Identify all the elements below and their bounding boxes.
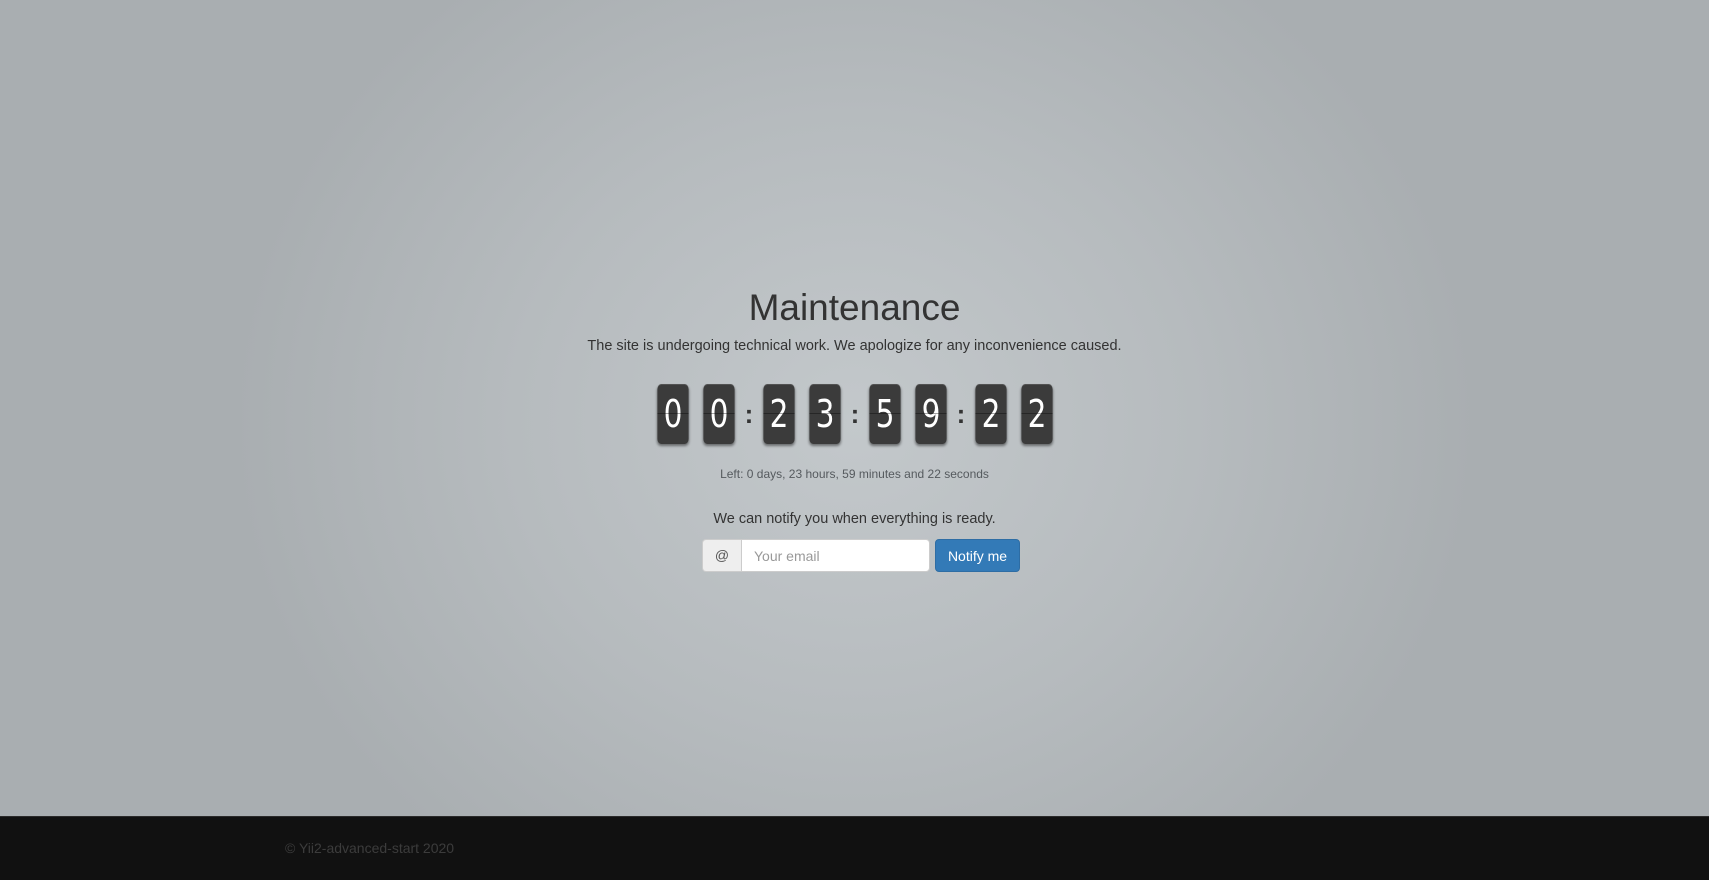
footer: © Yii2-advanced-start 2020 [0, 816, 1709, 880]
maintenance-page: Maintenance The site is undergoing techn… [0, 0, 1709, 880]
main-content: Maintenance The site is undergoing techn… [0, 0, 1709, 816]
countdown-digit-minutes-ones: 9 [915, 384, 947, 444]
countdown-digit-days-tens: 0 [657, 384, 689, 444]
countdown-digit-seconds-ones: 2 [1021, 384, 1053, 444]
notify-form: @ Notify me [702, 539, 1020, 572]
notify-me-button[interactable]: Notify me [935, 539, 1020, 572]
countdown-digit-days-ones: 0 [703, 384, 735, 444]
countdown-separator: : [956, 399, 966, 429]
countdown-digit-seconds-tens: 2 [975, 384, 1007, 444]
countdown-digit-minutes-tens: 5 [869, 384, 901, 444]
countdown-remaining-text: Left: 0 days, 23 hours, 59 minutes and 2… [720, 467, 989, 481]
countdown-digit-hours-ones: 3 [809, 384, 841, 444]
page-subtitle: The site is undergoing technical work. W… [587, 338, 1122, 354]
countdown-separator: : [744, 399, 754, 429]
notify-prompt: We can notify you when everything is rea… [713, 511, 996, 527]
countdown-timer: 0 0 : 2 3 : 5 9 : 2 2 [653, 384, 1063, 444]
countdown-separator: : [850, 399, 860, 429]
countdown-digit-hours-tens: 2 [763, 384, 795, 444]
at-sign-icon: @ [702, 539, 741, 572]
email-input[interactable] [741, 539, 930, 572]
page-title: Maintenance [748, 287, 961, 328]
footer-copyright: © Yii2-advanced-start 2020 [285, 840, 455, 856]
